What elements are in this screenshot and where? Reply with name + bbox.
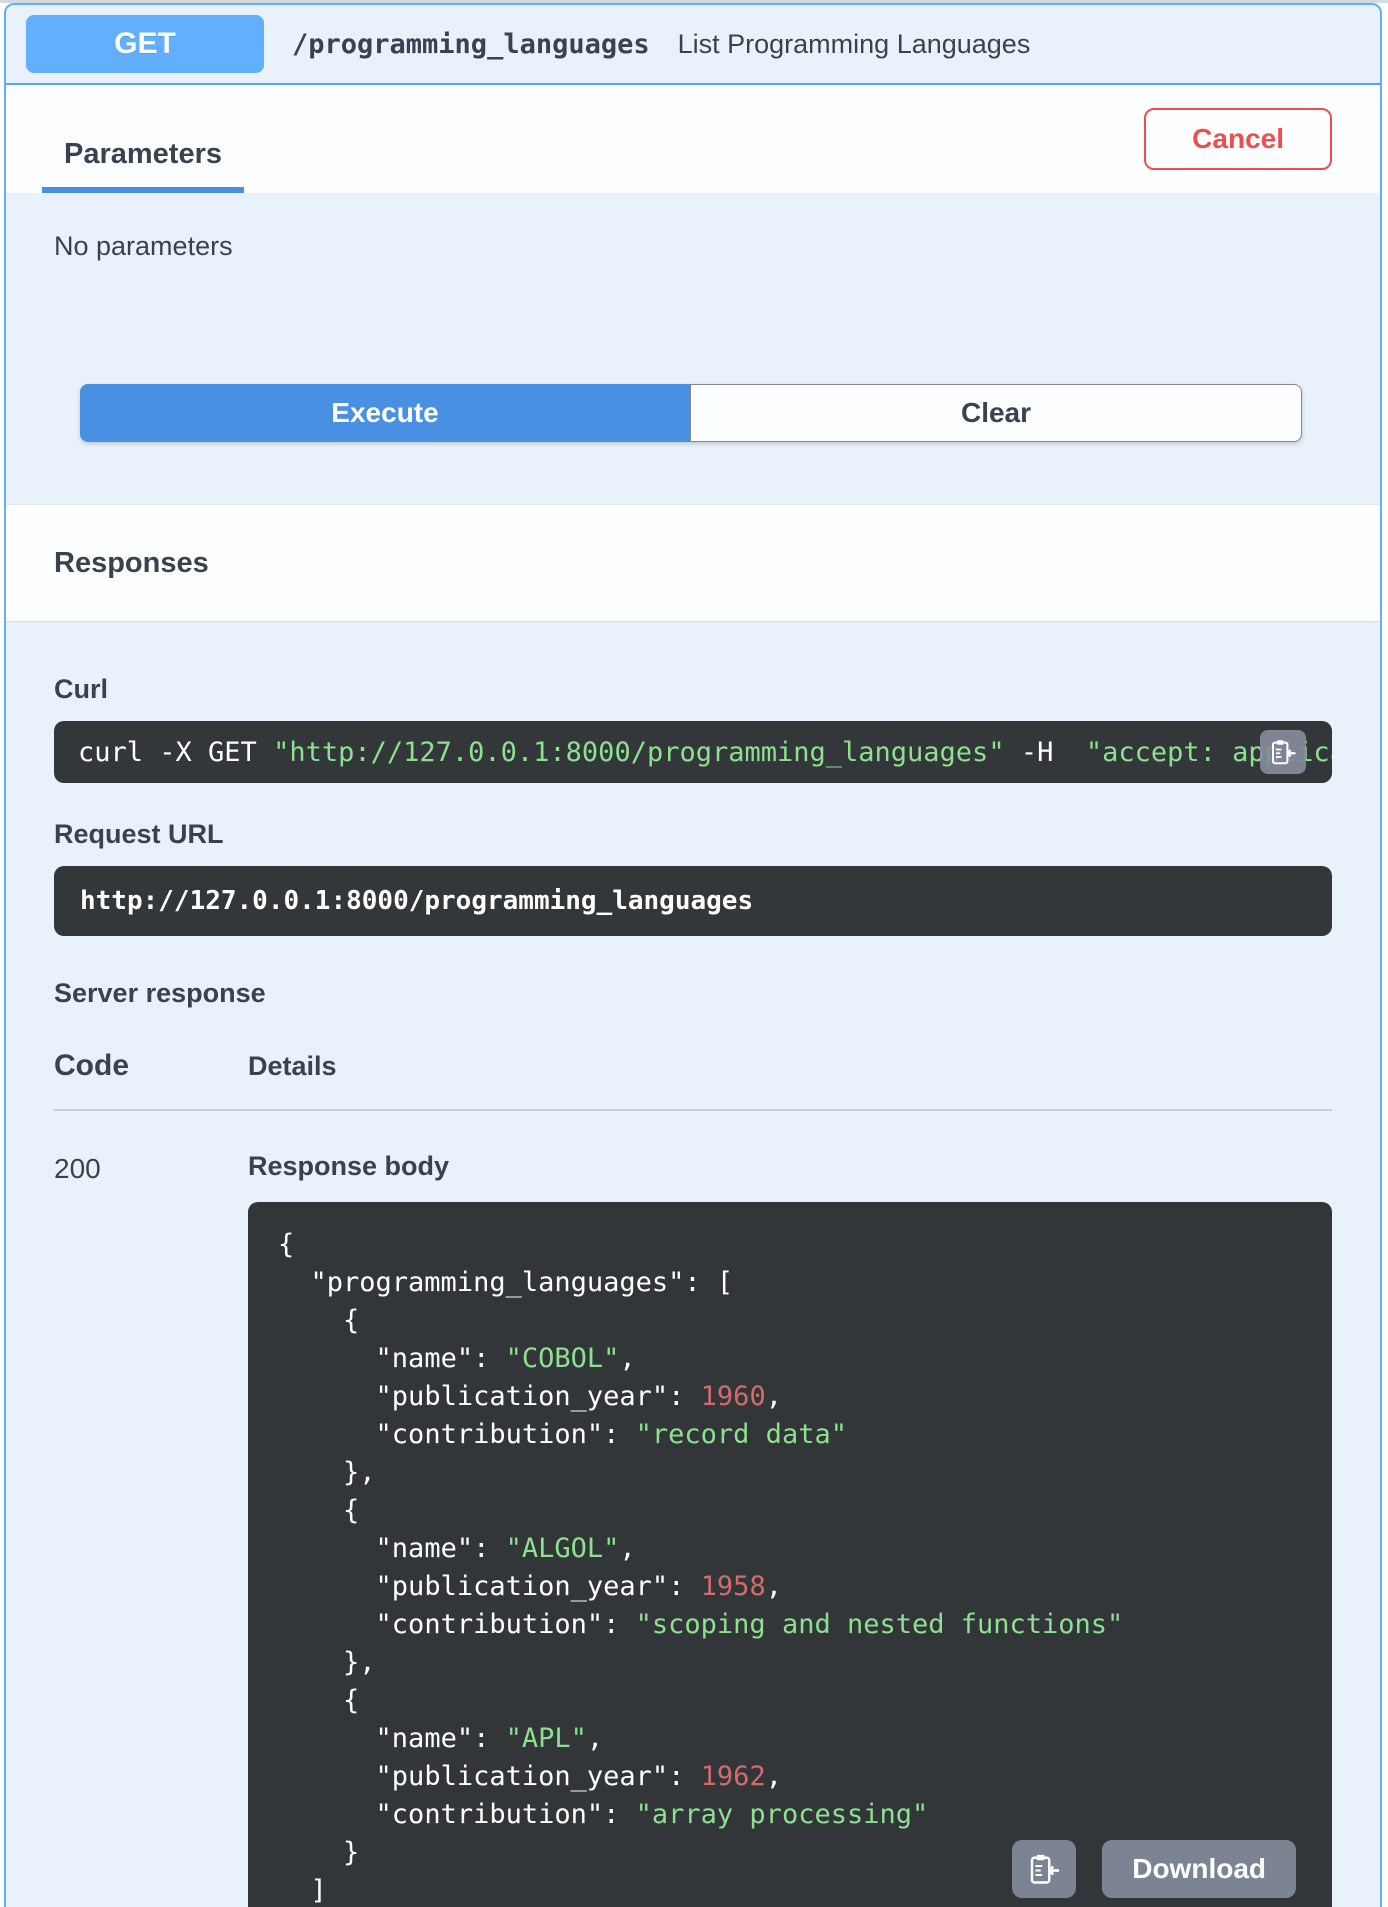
endpoint-path: /programming_languages	[292, 28, 650, 60]
response-body-actions: Download	[1012, 1840, 1296, 1898]
responses-section-header: Responses	[6, 504, 1380, 622]
request-url-label: Request URL	[54, 819, 224, 849]
response-body-block: { "programming_languages": [ { "name": "…	[248, 1202, 1332, 1907]
clipboard-copy-icon	[1031, 1854, 1060, 1884]
request-url-text: http://127.0.0.1:8000/programming_langua…	[80, 886, 754, 916]
response-table-header: Code Details	[54, 1049, 1332, 1083]
response-body-json: { "programming_languages": [ { "name": "…	[278, 1229, 1124, 1906]
curl-command-bar: curl -X GET "http://127.0.0.1:8000/progr…	[54, 721, 1332, 783]
request-url-bar: http://127.0.0.1:8000/programming_langua…	[54, 866, 1332, 936]
curl-label: Curl	[54, 674, 108, 704]
response-details-cell: Response body { "programming_languages":…	[248, 1151, 1332, 1907]
parameters-section-header: Parameters Cancel	[6, 85, 1380, 193]
execute-clear-row: Execute Clear	[80, 384, 1302, 442]
operation-block-get: GET /programming_languages List Programm…	[4, 3, 1382, 1907]
response-row-200: 200 Response body { "programming_languag…	[54, 1151, 1332, 1907]
copy-curl-button[interactable]	[1260, 730, 1306, 774]
curl-command-text: curl -X GET "http://127.0.0.1:8000/progr…	[78, 736, 1332, 768]
copy-response-button[interactable]	[1012, 1840, 1077, 1898]
download-button[interactable]: Download	[1102, 1840, 1296, 1898]
operation-summary-header[interactable]: GET /programming_languages List Programm…	[6, 5, 1380, 85]
clear-button[interactable]: Clear	[690, 384, 1302, 442]
code-column-header: Code	[54, 1049, 129, 1082]
clipboard-copy-icon	[1272, 740, 1296, 765]
http-method-badge: GET	[26, 15, 264, 73]
response-body-label: Response body	[248, 1151, 450, 1181]
server-response-label: Server response	[54, 978, 266, 1008]
execute-button[interactable]: Execute	[80, 384, 690, 442]
status-code: 200	[54, 1153, 101, 1184]
tab-parameters[interactable]: Parameters	[42, 138, 244, 193]
responses-body: Curl curl -X GET "http://127.0.0.1:8000/…	[6, 674, 1380, 1907]
no-parameters-text: No parameters	[54, 231, 233, 261]
table-divider	[54, 1109, 1332, 1111]
cancel-button[interactable]: Cancel	[1144, 108, 1332, 170]
endpoint-summary: List Programming Languages	[677, 28, 1031, 59]
details-column-header: Details	[248, 1051, 337, 1081]
responses-title: Responses	[54, 546, 209, 579]
